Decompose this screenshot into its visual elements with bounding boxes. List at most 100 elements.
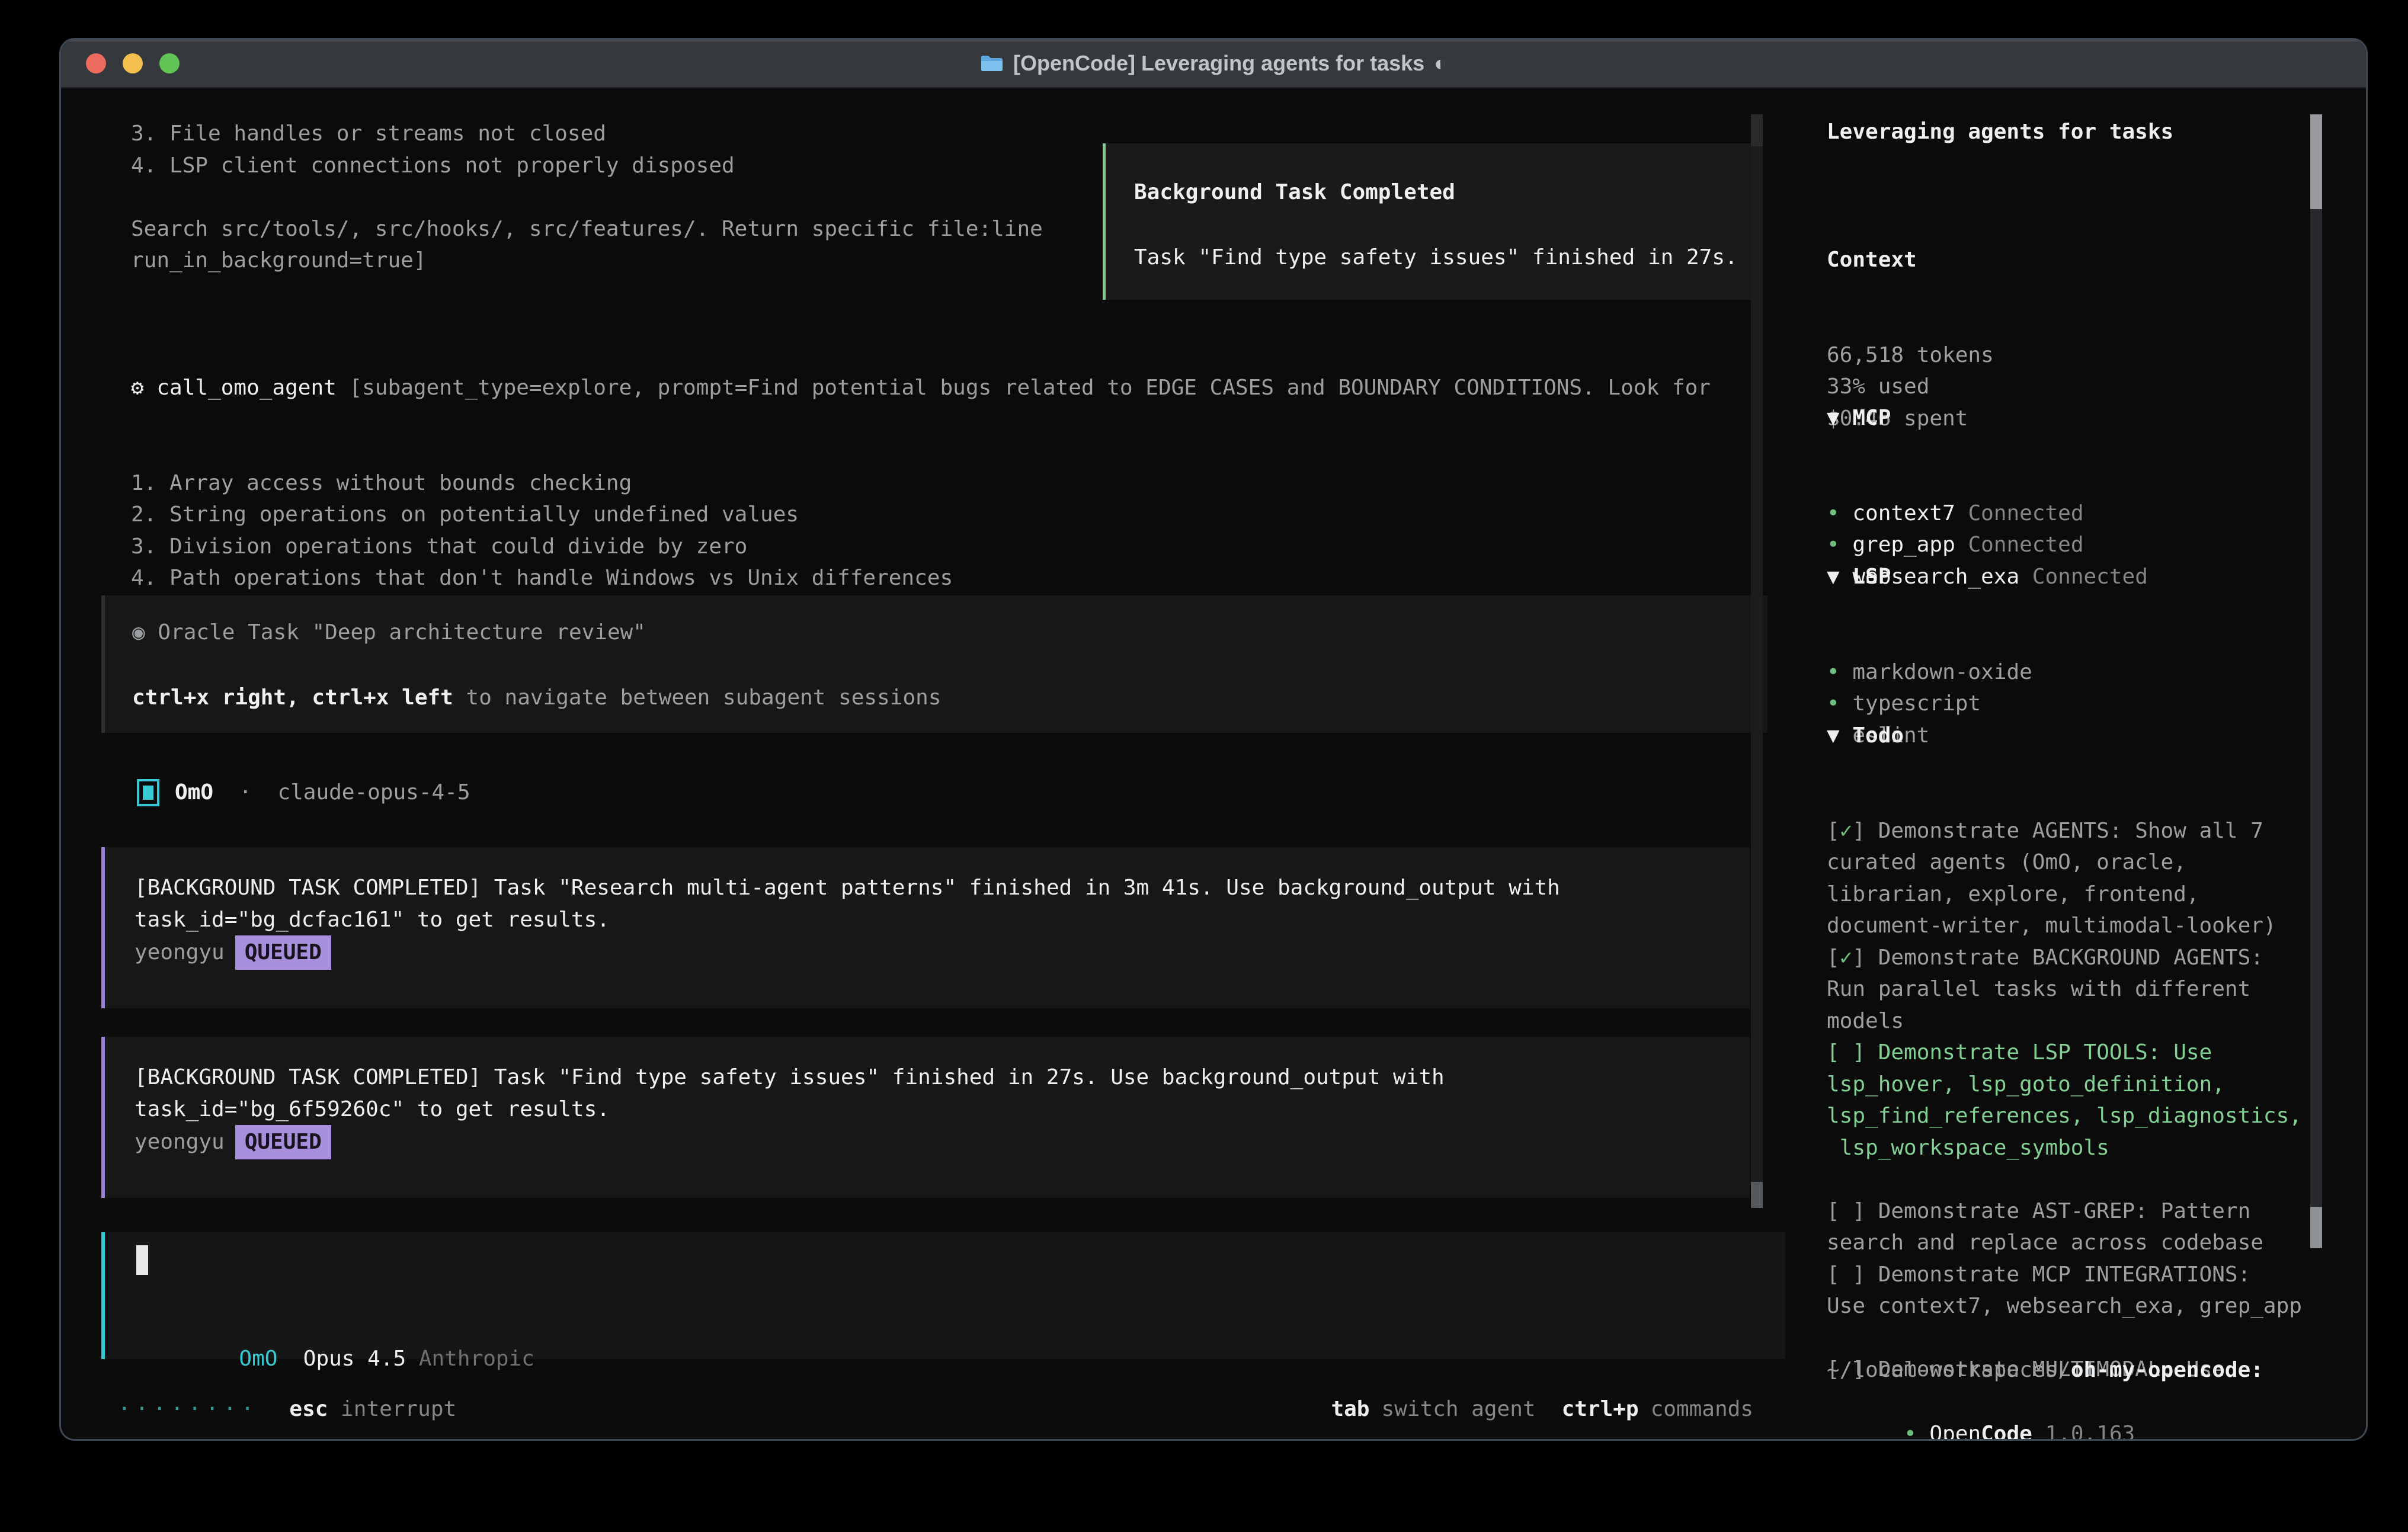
app-name-bold: Code [1981, 1422, 2032, 1441]
window-title-text: [OpenCode] Leveraging agents for tasks [1013, 51, 1424, 76]
sidebar-scrollbar[interactable] [2310, 114, 2322, 1248]
list-item [131, 181, 1043, 213]
agent-header: OmO · claude-opus-4-5 [137, 777, 470, 809]
list-item: 2. String operations on potentially unde… [131, 499, 1711, 531]
todo-item-line: search and replace across codebase [1827, 1227, 2302, 1259]
bullet-icon: • [1904, 1422, 1917, 1441]
todo-item-line: [✓] Demonstrate AGENTS: Show all 7 [1827, 815, 2302, 847]
status-bar: ········ esc interrupt tabswitch agent c… [118, 1393, 1753, 1426]
window-title: [OpenCode] Leveraging agents for tasks ◐ [980, 51, 1447, 76]
input-agent-name: OmO [239, 1347, 277, 1371]
todo-item-line: [ ] Demonstrate LSP TOOLS: Use [1827, 1037, 2302, 1069]
chevron-down-icon: ▼ [1827, 723, 1840, 748]
todo-scrollbar-thumb[interactable] [2310, 1207, 2322, 1248]
tool-name: call_omo_agent [156, 376, 336, 400]
zoom-button[interactable] [159, 53, 180, 73]
agent-name: OmO [175, 777, 213, 809]
model-indicator[interactable]: OmO Opus 4.5 Anthropic [136, 1311, 534, 1406]
task-result-line2: task_id="bg_6f59260c" to get results. [135, 1094, 1750, 1126]
agent-icon [137, 779, 159, 806]
todo-item-line [1827, 1164, 2302, 1196]
hint-keys: ctrl+x right, ctrl+x left [132, 685, 453, 710]
esc-key-label: interrupt [341, 1393, 456, 1425]
main-scrollbar-thumb[interactable] [1751, 1182, 1763, 1208]
task-result-line2: task_id="bg_dcfac161" to get results. [135, 904, 1750, 936]
titlebar[interactable]: [OpenCode] Leveraging agents for tasks ◐ [61, 40, 2366, 88]
todo-item-line: lsp_find_references, lsp_diagnostics, [1827, 1100, 2302, 1132]
esc-key-hint: esc [289, 1393, 328, 1425]
todo-item-line: document-writer, multimodal-looker) [1827, 910, 2302, 942]
folder-icon [980, 54, 1004, 73]
workspace-path: ~/local-workspaces/oh-my-opencode: [1827, 1354, 2263, 1386]
hint-text: to navigate between subagent sessions [453, 685, 942, 710]
todo-item-line: curated agents (OmO, oracle, [1827, 847, 2302, 879]
list-item: 4. Path operations that don't handle Win… [131, 562, 1711, 594]
agent-model: claude-opus-4-5 [277, 777, 470, 809]
traffic-lights [86, 40, 180, 87]
list-item: 1. Array access without bounds checking [131, 467, 1711, 499]
input-model-name: Opus 4.5 [303, 1347, 406, 1371]
task-result-card: [BACKGROUND TASK COMPLETED] Task "Resear… [101, 847, 1750, 1008]
context-heading: Context [1827, 244, 1994, 276]
mcp-section-header[interactable]: ▼ MCP [1827, 402, 2148, 434]
session-indicator-icon: ◐ [1434, 51, 1447, 76]
todo-heading: Todo [1852, 723, 1904, 748]
oracle-task-card[interactable]: ◉ Oracle Task "Deep architecture review"… [101, 595, 1767, 733]
lsp-heading: LSP [1852, 565, 1891, 589]
scrollback-text: 3. File handles or streams not closed4. … [131, 118, 1043, 277]
status-badge: QUEUED [235, 1125, 331, 1159]
text-cursor [136, 1245, 148, 1275]
todo-section-header[interactable]: ▼ Todo [1827, 720, 2302, 752]
oracle-task-title: ◉ Oracle Task "Deep architecture review" [132, 617, 1767, 649]
main-scrollbar-segment [1751, 114, 1763, 146]
app-version: 1.0.163 [2045, 1422, 2135, 1441]
input-provider-name: Anthropic [419, 1347, 534, 1371]
dot: · [239, 777, 252, 809]
app-name: Open [1929, 1422, 1981, 1441]
minimize-button[interactable] [123, 53, 143, 73]
sidebar-session-title: Leveraging agents for tasks [1827, 116, 2173, 148]
todo-item-line: lsp_hover, lsp_goto_definition, [1827, 1069, 2302, 1101]
todo-item-line: [ ] Demonstrate MCP INTEGRATIONS: [1827, 1259, 2302, 1291]
task-author: yeongyu [135, 940, 225, 964]
list-item: 3. Division operations that could divide… [131, 531, 1711, 563]
background-task-toast: Background Task Completed Task "Find typ… [1103, 143, 1762, 300]
terminal-content: 3. File handles or streams not closed4. … [61, 89, 2366, 1439]
list-item: run_in_background=true] [131, 245, 1043, 277]
list-item: 4. LSP client connections not properly d… [131, 150, 1043, 182]
prompt-input[interactable]: OmO Opus 4.5 Anthropic [101, 1232, 1785, 1359]
separator-dot [213, 777, 239, 809]
status-badge: QUEUED [235, 935, 331, 970]
oracle-task-label: Oracle Task "Deep architecture review" [158, 620, 646, 645]
chevron-down-icon: ▼ [1827, 406, 1840, 430]
task-result-line1: [BACKGROUND TASK COMPLETED] Task "Find t… [135, 1062, 1750, 1094]
subagent-nav-hint: ctrl+x right, ctrl+x left to navigate be… [132, 682, 1767, 714]
list-item: 3. File handles or streams not closed [131, 118, 1043, 150]
terminal-window: [OpenCode] Leveraging agents for tasks ◐… [59, 38, 2368, 1441]
todo-item-line: models [1827, 1005, 2302, 1037]
todo-item-line: lsp_workspace_symbols [1827, 1132, 2302, 1164]
version-line: • OpenCode 1.0.163 [1827, 1386, 2135, 1441]
task-author: yeongyu [135, 1130, 225, 1154]
sidebar-scrollbar-thumb[interactable] [2310, 114, 2322, 209]
toast-body: Task "Find type safety issues" finished … [1134, 242, 1730, 274]
todo-item-line: Run parallel tasks with different [1827, 973, 2302, 1005]
gear-icon: ⚙ [131, 376, 144, 400]
task-result-card: [BACKGROUND TASK COMPLETED] Task "Find t… [101, 1037, 1750, 1198]
main-scrollbar[interactable] [1751, 114, 1763, 1208]
record-icon: ◉ [132, 620, 145, 645]
todo-item-line: librarian, explore, frontend, [1827, 879, 2302, 911]
task-result-line1: [BACKGROUND TASK COMPLETED] Task "Resear… [135, 872, 1750, 904]
mcp-heading: MCP [1852, 406, 1891, 430]
chevron-down-icon: ▼ [1827, 565, 1840, 589]
todo-item-line: [✓] Demonstrate BACKGROUND AGENTS: [1827, 942, 2302, 974]
lsp-section-header[interactable]: ▼ LSP [1827, 561, 2032, 593]
tool-args: [subagent_type=explore, prompt=Find pote… [350, 376, 1711, 400]
close-button[interactable] [86, 53, 106, 73]
tool-args-start [337, 376, 350, 400]
toast-title: Background Task Completed [1134, 177, 1730, 209]
spinner-icon: ········ [118, 1393, 258, 1425]
list-item: Search src/tools/, src/hooks/, src/featu… [131, 213, 1043, 245]
commands-hint: ctrl+pcommands [1562, 1393, 1753, 1425]
tool-call-name [144, 376, 157, 400]
